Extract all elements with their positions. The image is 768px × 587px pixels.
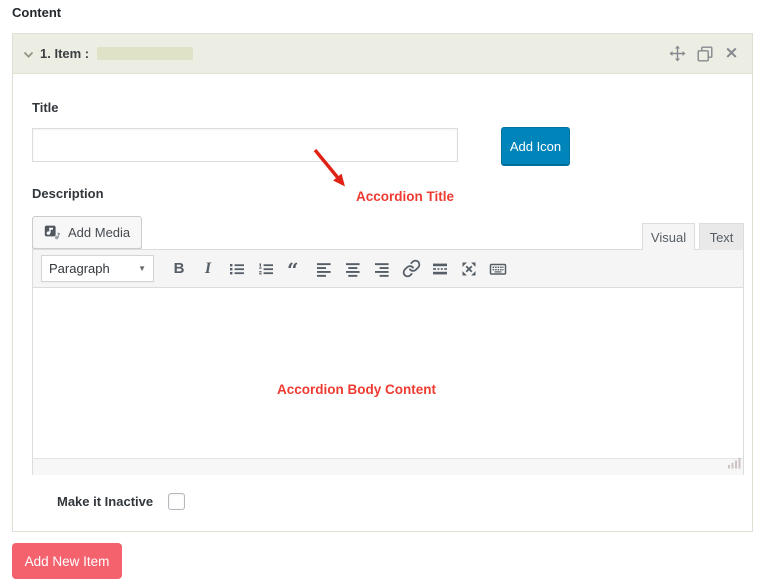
link-icon — [402, 259, 420, 278]
svg-text:“: “ — [287, 260, 299, 278]
keyboard-icon — [489, 263, 507, 275]
fullscreen-button[interactable] — [456, 256, 482, 282]
align-right-button[interactable] — [369, 256, 395, 282]
item-number-label: 1. Item : — [40, 46, 90, 61]
italic-button[interactable]: I — [195, 256, 221, 282]
close-icon[interactable]: × — [723, 45, 740, 62]
bulleted-list-button[interactable] — [224, 256, 250, 282]
add-new-item-button[interactable]: Add New Item — [12, 543, 122, 579]
align-center-icon — [346, 262, 360, 277]
inactive-checkbox-label: Make it Inactive — [57, 494, 154, 509]
paragraph-format-select[interactable]: Paragraph ▼ — [41, 255, 154, 282]
annotation-body-note: Accordion Body Content — [277, 382, 436, 397]
editor-toolbar: Paragraph ▼ B I “ — [33, 250, 743, 288]
fullscreen-icon — [462, 262, 476, 275]
move-icon[interactable] — [669, 45, 686, 62]
add-media-button[interactable]: Add Media — [32, 216, 143, 249]
format-select-value: Paragraph — [49, 261, 110, 276]
tab-text[interactable]: Text — [699, 223, 744, 250]
read-more-button[interactable] — [427, 256, 453, 282]
editor-status-bar — [33, 456, 743, 475]
annotation-title-note: Accordion Title — [356, 189, 455, 204]
numbered-list-icon — [259, 262, 273, 274]
numbered-list-button[interactable] — [253, 256, 279, 282]
bulleted-list-icon — [230, 263, 244, 274]
bold-button[interactable]: B — [166, 256, 192, 282]
item-header-actions: × — [669, 45, 740, 62]
description-field-label: Description — [32, 186, 104, 201]
item-title-highlight-placeholder — [97, 47, 194, 60]
inactive-row: Make it Inactive — [57, 493, 186, 510]
accordion-item-header[interactable]: 1. Item : × — [13, 34, 752, 74]
insert-link-button[interactable] — [398, 256, 424, 282]
description-editor: Paragraph ▼ B I “ Accordion Body Content — [32, 249, 744, 475]
toolbar-toggle-button[interactable] — [485, 256, 511, 282]
accordion-content-metabox: Content 1. Item : × Title Add Icon Descr… — [0, 0, 768, 587]
read-more-icon — [433, 263, 447, 274]
duplicate-icon[interactable] — [696, 45, 713, 62]
add-icon-button[interactable]: Add Icon — [501, 127, 570, 166]
align-center-button[interactable] — [340, 256, 366, 282]
align-right-icon — [375, 262, 389, 277]
blockquote-button[interactable]: “ — [282, 256, 308, 282]
blockquote-icon: “ — [287, 260, 299, 278]
media-note-icon — [44, 225, 60, 240]
add-media-label: Add Media — [68, 225, 131, 240]
tab-visual[interactable]: Visual — [642, 223, 695, 250]
accordion-item-panel: 1. Item : × Title Add Icon Description A… — [12, 33, 753, 532]
inactive-checkbox[interactable] — [168, 493, 186, 510]
align-left-icon — [317, 262, 331, 277]
section-title: Content — [12, 5, 62, 20]
align-left-button[interactable] — [311, 256, 337, 282]
title-field-label: Title — [32, 100, 59, 115]
chevron-down-icon[interactable] — [23, 51, 34, 59]
editor-content-area[interactable]: Accordion Body Content — [33, 288, 743, 458]
title-input[interactable] — [32, 128, 458, 162]
resize-grip-icon[interactable] — [727, 456, 741, 474]
caret-down-icon: ▼ — [138, 264, 146, 273]
